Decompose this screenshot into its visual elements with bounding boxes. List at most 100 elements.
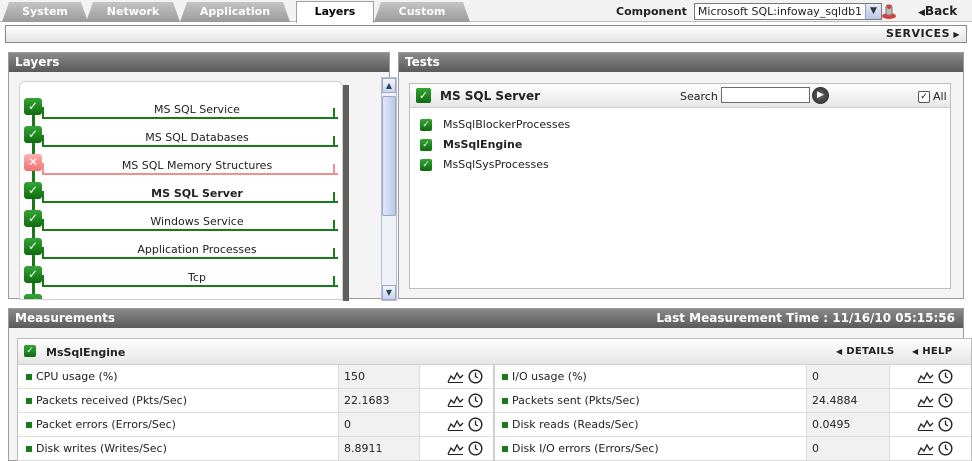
- check-icon: ✓: [24, 182, 42, 199]
- measure-name: Packets sent (Pkts/Sec): [512, 394, 640, 407]
- test-item[interactable]: ✓ MsSqlBlockerProcesses: [420, 118, 570, 131]
- measure-name: Packet errors (Errors/Sec): [36, 418, 176, 431]
- measure-actions: [913, 365, 953, 388]
- search-label: Search: [680, 90, 718, 103]
- component-label: Component: [616, 5, 687, 18]
- test-item-label[interactable]: MsSqlBlockerProcesses: [443, 118, 570, 131]
- details-link-label: DETAILS: [846, 346, 895, 357]
- graph-icon[interactable]: [917, 419, 934, 431]
- layer-item-label: Tcp: [188, 271, 206, 284]
- check-icon: ✓: [24, 266, 42, 283]
- layer-item[interactable]: ✕ MS SQL Memory Structures: [20, 154, 342, 182]
- stop-monitoring-icon[interactable]: [880, 2, 898, 20]
- tests-box: ✓ MS SQL Server Search ▶ ✓ All ✓ MsSqlBl…: [409, 83, 951, 289]
- all-checkbox-group[interactable]: ✓ All: [918, 90, 947, 103]
- measure-value: 22.1683: [338, 389, 420, 412]
- tab-layers[interactable]: Layers: [296, 1, 374, 23]
- tests-layer-name: MS SQL Server: [440, 89, 541, 103]
- layers-panel: Layers ✓ MS SQL Service ✓ MS SQL Databas…: [8, 52, 397, 301]
- clock-icon[interactable]: [468, 417, 483, 432]
- search-input[interactable]: [721, 87, 810, 103]
- tab-network[interactable]: Network: [86, 2, 180, 22]
- tab-system[interactable]: System: [2, 2, 88, 22]
- layer-item[interactable]: ✓ MS SQL Databases: [20, 126, 342, 154]
- measure-name: Disk reads (Reads/Sec): [512, 418, 639, 431]
- measurements-panel-header: Measurements Last Measurement Time : 11/…: [9, 309, 963, 328]
- scroll-up-icon[interactable]: ▲: [382, 78, 396, 93]
- all-checkbox[interactable]: ✓: [918, 90, 930, 103]
- help-link[interactable]: ◀ HELP: [912, 346, 952, 357]
- measurements-test-name: MsSqlEngine: [46, 346, 126, 359]
- layer-item[interactable]: ✓ Windows Service: [20, 210, 342, 238]
- test-checkbox[interactable]: ✓: [420, 118, 432, 131]
- measure-actions: [443, 389, 483, 412]
- test-item[interactable]: ✓ MsSqlSysProcesses: [420, 158, 549, 171]
- help-link-label: HELP: [922, 346, 953, 357]
- clock-icon[interactable]: [468, 393, 483, 408]
- measure-actions: [443, 365, 483, 388]
- chevron-right-icon: ▶: [950, 30, 960, 39]
- measurement-row: CPU usage (%) 150 I/O usage (%) 0: [18, 365, 971, 389]
- measure-value: 0: [806, 365, 890, 388]
- measure-value: 0: [338, 413, 420, 436]
- graph-icon[interactable]: [447, 371, 464, 383]
- clock-icon[interactable]: [468, 369, 483, 384]
- tree-shadow: [343, 85, 349, 301]
- back-button[interactable]: ◀Back: [918, 4, 957, 18]
- measure-actions: [913, 413, 953, 436]
- measure-name: Disk writes (Writes/Sec): [36, 442, 167, 455]
- layer-item[interactable]: ✓ Application Processes: [20, 238, 342, 266]
- graph-icon[interactable]: [447, 419, 464, 431]
- measurements-title: Measurements: [15, 311, 115, 325]
- component-select-value: Microsoft SQL:infoway_sqldb1: [697, 5, 863, 18]
- measure-name: I/O usage (%): [512, 370, 587, 383]
- chevron-down-icon[interactable]: ▼: [864, 4, 881, 19]
- layer-item-label: Application Processes: [137, 243, 257, 256]
- tab-application[interactable]: Application: [180, 2, 290, 22]
- test-checkbox[interactable]: ✓: [420, 158, 432, 171]
- scrollbar-thumb[interactable]: [382, 96, 396, 216]
- all-label: All: [933, 90, 947, 103]
- test-checkbox[interactable]: ✓: [420, 138, 432, 151]
- measure-name: Packets received (Pkts/Sec): [36, 394, 188, 407]
- layer-item-label: MS SQL Service: [154, 103, 240, 116]
- measure-actions: [913, 437, 953, 460]
- clock-icon[interactable]: [938, 441, 953, 456]
- layers-tree: ✓ MS SQL Service ✓ MS SQL Databases ✕ MS…: [19, 81, 343, 300]
- layer-item[interactable]: ✓ Tcp: [20, 266, 342, 294]
- layer-item-label: Windows Service: [150, 215, 244, 228]
- measure-actions: [913, 389, 953, 412]
- test-item[interactable]: ✓ MsSqlEngine: [420, 138, 522, 151]
- check-icon: ✓: [24, 210, 42, 227]
- search-go-icon[interactable]: ▶: [812, 87, 829, 104]
- layer-item-partial: ✓: [20, 294, 342, 299]
- layer-item[interactable]: ✓ MS SQL Server: [20, 182, 342, 210]
- details-link[interactable]: ◀ DETAILS: [836, 346, 895, 357]
- clock-icon[interactable]: [938, 393, 953, 408]
- clock-icon[interactable]: [468, 441, 483, 456]
- scroll-down-icon[interactable]: ▼: [382, 285, 396, 300]
- layer-item[interactable]: ✓ MS SQL Service: [20, 98, 342, 126]
- graph-icon[interactable]: [917, 395, 934, 407]
- measure-name: CPU usage (%): [36, 370, 118, 383]
- graph-icon[interactable]: [447, 443, 464, 455]
- check-icon: ✓: [24, 238, 42, 255]
- clock-icon[interactable]: [938, 417, 953, 432]
- error-x-icon: ✕: [24, 154, 42, 171]
- tests-panel-title: Tests: [399, 53, 963, 72]
- graph-icon[interactable]: [447, 395, 464, 407]
- component-select[interactable]: Microsoft SQL:infoway_sqldb1 ▼: [693, 3, 882, 20]
- clock-icon[interactable]: [938, 369, 953, 384]
- tab-custom[interactable]: Custom: [374, 2, 470, 22]
- test-item-label[interactable]: MsSqlSysProcesses: [443, 158, 549, 171]
- graph-icon[interactable]: [917, 371, 934, 383]
- test-checkbox[interactable]: ✓: [24, 345, 36, 357]
- layer-checkbox[interactable]: ✓: [416, 88, 431, 103]
- services-link[interactable]: SERVICES: [886, 27, 950, 40]
- test-item-label[interactable]: MsSqlEngine: [443, 138, 522, 151]
- measurements-box: ✓ MsSqlEngine ◀ DETAILS ◀ HELP CPU usage…: [17, 338, 972, 461]
- layers-scrollbar[interactable]: ▲ ▼: [381, 77, 397, 301]
- layer-item-label: MS SQL Server: [151, 187, 243, 200]
- last-measurement-time: Last Measurement Time : 11/16/10 05:15:5…: [656, 311, 955, 325]
- graph-icon[interactable]: [917, 443, 934, 455]
